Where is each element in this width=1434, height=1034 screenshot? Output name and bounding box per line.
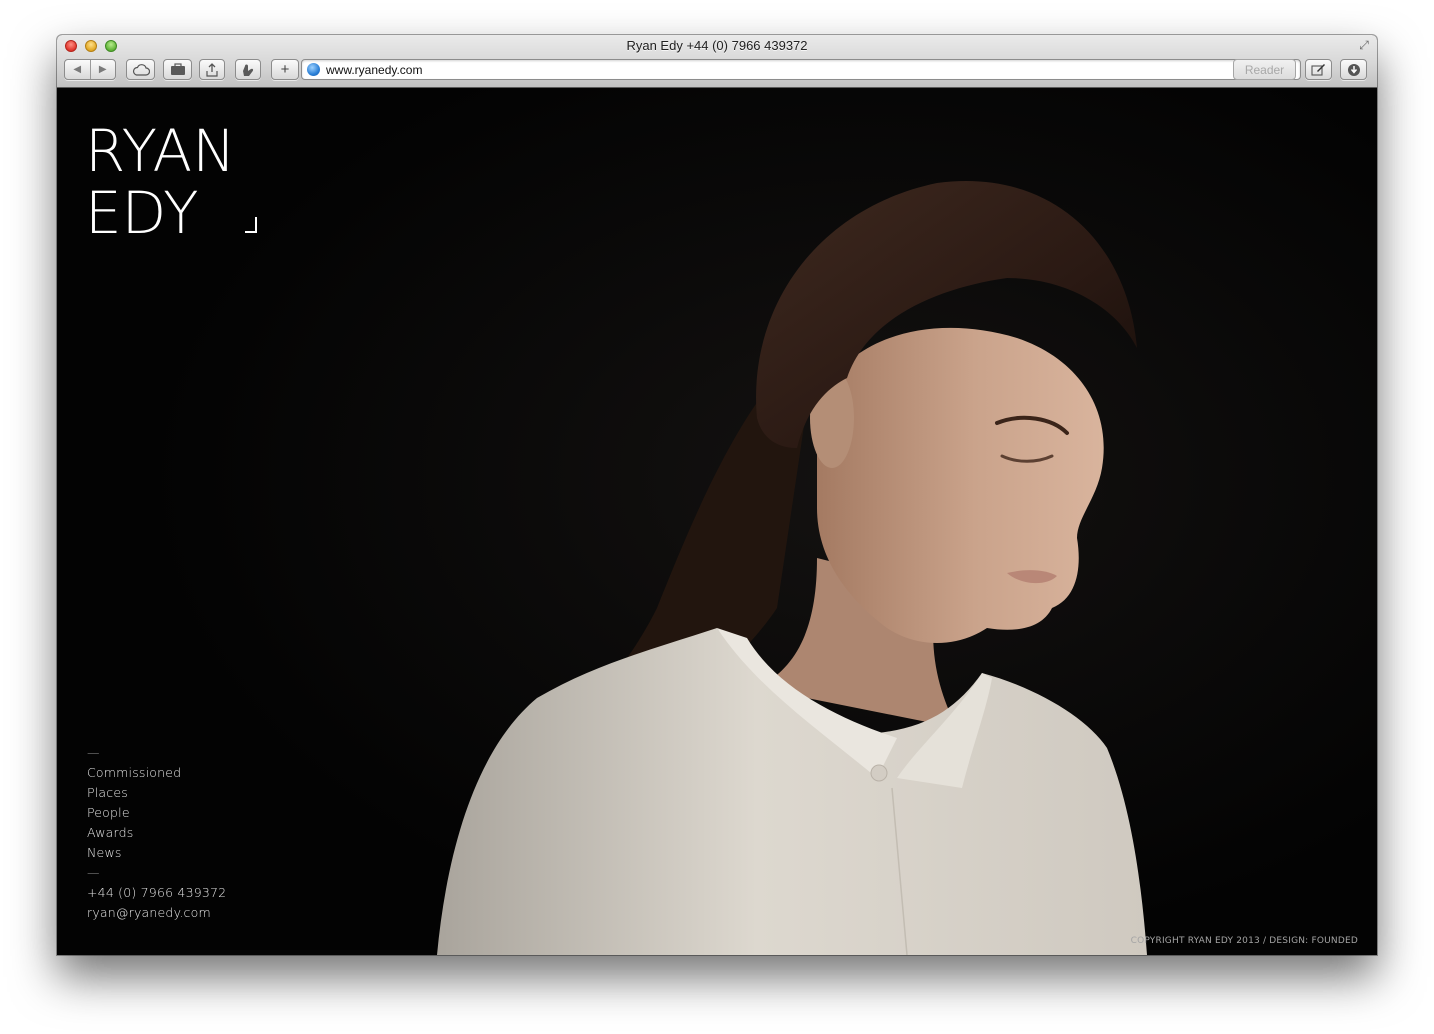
fullscreen-icon[interactable]: ⤢ [1357, 38, 1371, 52]
site-nav: — Commissioned Places People Awards News… [87, 743, 226, 923]
bookmarks-icon [170, 63, 185, 75]
edit-button[interactable] [1305, 59, 1332, 80]
reader-button[interactable]: Reader [1233, 59, 1296, 80]
nav-item-people[interactable]: People [87, 803, 226, 823]
icloud-icon [132, 63, 150, 76]
nav-item-commissioned[interactable]: Commissioned [87, 763, 226, 783]
tabs-icon [243, 64, 254, 76]
browser-toolbar: Ryan Edy +44 (0) 7966 439372 ⤢ ◀ ▶ + www… [57, 35, 1377, 88]
nav-divider: — [87, 865, 100, 880]
nav-divider: — [87, 745, 100, 760]
share-button[interactable] [199, 59, 225, 80]
url-text[interactable]: www.ryanedy.com [326, 63, 422, 77]
nav-item-places[interactable]: Places [87, 783, 226, 803]
downloads-icon [1347, 63, 1360, 76]
copyright-footer: COPYRIGHT RYAN EDY 2013 / DESIGN: FOUNDE… [1130, 936, 1358, 946]
icloud-tabs-button[interactable] [126, 59, 155, 80]
contact-phone[interactable]: +44 (0) 7966 439372 [87, 883, 226, 903]
share-icon [206, 62, 218, 77]
nav-item-awards[interactable]: Awards [87, 823, 226, 843]
nav-item-news[interactable]: News [87, 843, 226, 863]
contact-email[interactable]: ryan@ryanedy.com [87, 903, 226, 923]
back-forward-control: ◀ ▶ [64, 59, 116, 80]
tabs-button[interactable] [235, 59, 261, 80]
logo-line-1: RYAN [85, 117, 236, 185]
browser-window: Ryan Edy +44 (0) 7966 439372 ⤢ ◀ ▶ + www… [57, 35, 1377, 955]
logo-corner-mark [245, 217, 257, 233]
back-icon[interactable]: ◀ [65, 64, 90, 75]
forward-icon[interactable]: ▶ [91, 64, 116, 75]
downloads-button[interactable] [1340, 59, 1367, 80]
add-tab-button[interactable]: + [271, 59, 299, 80]
window-title: Ryan Edy +44 (0) 7966 439372 [626, 38, 808, 53]
web-page: RYAN EDY — Commissioned Places People Aw… [57, 88, 1377, 955]
site-logo[interactable]: RYAN EDY [85, 116, 260, 236]
edit-icon [1311, 64, 1325, 76]
address-bar[interactable]: www.ryanedy.com ↻ [301, 59, 1301, 80]
add-tab-icon: + [280, 61, 290, 78]
logo-line-2: EDY [85, 179, 199, 236]
bookmarks-button[interactable] [163, 59, 192, 80]
globe-icon [307, 63, 320, 76]
